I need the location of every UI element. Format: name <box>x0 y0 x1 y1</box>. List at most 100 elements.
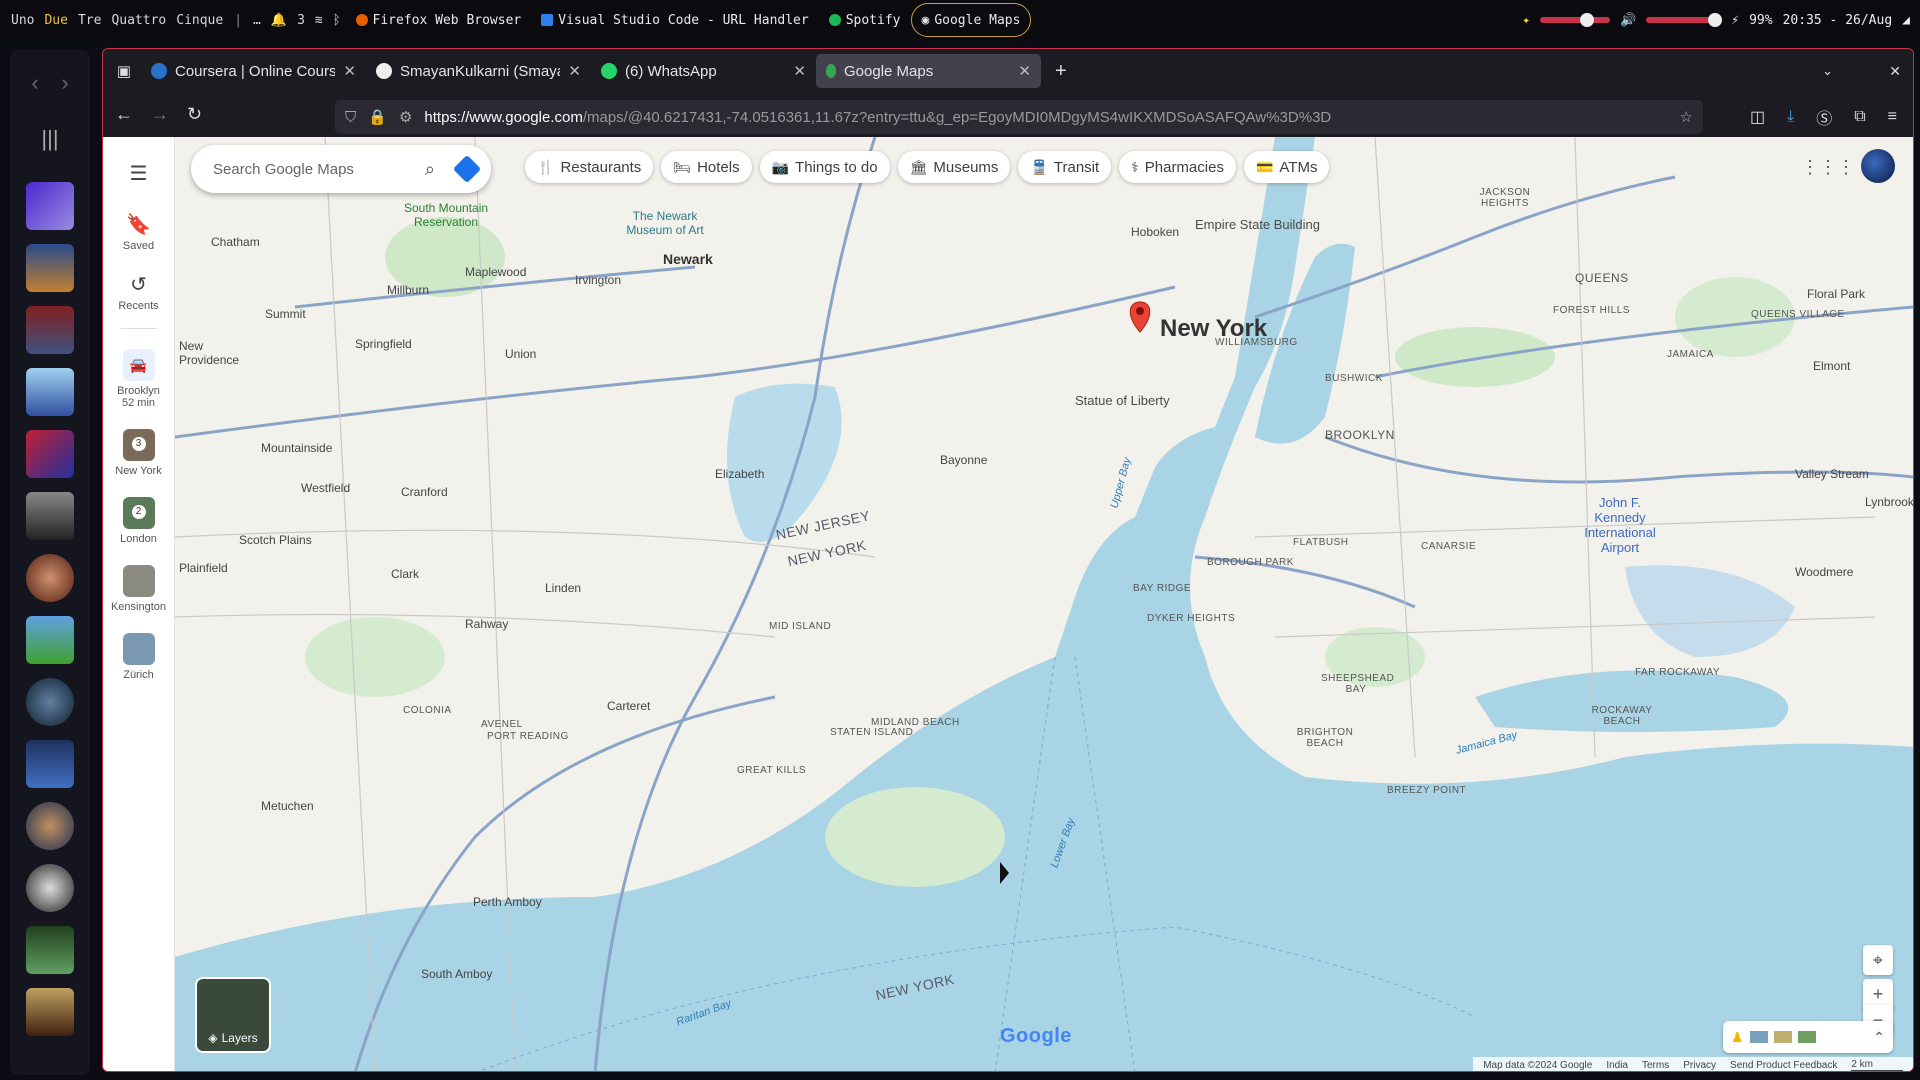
bookmark-star-icon[interactable]: ☆ <box>1680 108 1693 126</box>
search-icon[interactable]: ⌕ <box>425 159 435 180</box>
place-south-amboy[interactable]: South Amboy <box>421 967 492 981</box>
terms-link[interactable]: Terms <box>1642 1060 1669 1071</box>
place-queens[interactable]: QUEENS <box>1575 271 1629 285</box>
place-westfield[interactable]: Westfield <box>301 481 350 495</box>
place-mid-island[interactable]: MID ISLAND <box>769 621 831 632</box>
place-brooklyn[interactable]: BROOKLYN <box>1325 428 1395 442</box>
recent-place-zurich[interactable]: Zürich <box>103 633 174 681</box>
taskbar-spotify[interactable]: Spotify <box>819 13 911 28</box>
recent-place-brooklyn[interactable]: 🚘 Brooklyn 52 min <box>103 349 174 409</box>
place-south-mountain[interactable]: South Mountain Reservation <box>401 201 491 229</box>
tab-google-maps[interactable]: Google Maps ✕ <box>816 54 1041 88</box>
account-icon[interactable]: Ⓢ <box>1816 105 1832 129</box>
privacy-link[interactable]: Privacy <box>1683 1060 1716 1071</box>
bluetooth-icon[interactable]: ᛒ <box>328 13 346 28</box>
workspace-2[interactable]: Due <box>39 13 72 28</box>
place-carteret[interactable]: Carteret <box>607 699 650 713</box>
place-irvington[interactable]: Irvington <box>575 273 621 287</box>
place-rockaway-beach[interactable]: ROCKAWAY BEACH <box>1587 705 1657 727</box>
playlist-thumb[interactable] <box>26 244 74 292</box>
place-port-reading[interactable]: PORT READING <box>487 731 569 742</box>
tab-github[interactable]: SmayanKulkarni (Smayan ✕ <box>366 54 591 88</box>
pocket-icon[interactable]: ◫ <box>1750 107 1765 127</box>
volume-slider[interactable] <box>1646 13 1723 27</box>
overflow-ellipsis[interactable]: … <box>248 13 266 28</box>
liked-songs-thumb[interactable] <box>26 182 74 230</box>
place-perth-amboy[interactable]: Perth Amboy <box>473 895 542 909</box>
region-link[interactable]: India <box>1606 1060 1628 1071</box>
recent-place-kensington[interactable]: Kensington <box>103 565 174 613</box>
close-icon[interactable]: ✕ <box>1018 62 1031 80</box>
playlist-thumb[interactable] <box>26 430 74 478</box>
back-icon[interactable]: ← <box>115 104 133 125</box>
artist-thumb[interactable] <box>26 554 74 602</box>
chip-hotels[interactable]: 🛏 Hotels <box>661 151 752 183</box>
place-queens-village[interactable]: QUEENS VILLAGE <box>1751 309 1845 320</box>
workspace-3[interactable]: Tre <box>73 13 106 28</box>
place-union[interactable]: Union <box>505 347 536 361</box>
permissions-icon[interactable]: ⚙ <box>399 108 412 126</box>
place-floral-park[interactable]: Floral Park <box>1807 287 1865 301</box>
place-scotch-plains[interactable]: Scotch Plains <box>239 533 312 547</box>
place-dyker-heights[interactable]: DYKER HEIGHTS <box>1147 613 1235 624</box>
recents-button[interactable]: ↺ Recents <box>103 272 174 312</box>
chip-restaurants[interactable]: 🍴 Restaurants <box>525 151 654 183</box>
place-bayonne[interactable]: Bayonne <box>940 453 987 467</box>
place-brighton-beach[interactable]: BRIGHTON BEACH <box>1295 727 1355 749</box>
recent-place-new-york[interactable]: 3 New York <box>103 429 174 477</box>
workspace-1[interactable]: Uno <box>6 13 39 28</box>
place-springfield[interactable]: Springfield <box>355 337 412 351</box>
place-elizabeth[interactable]: Elizabeth <box>715 467 764 481</box>
imagery-thumb[interactable] <box>1797 1031 1816 1043</box>
place-avenel[interactable]: AVENEL <box>481 719 523 730</box>
shield-icon[interactable]: ⛉ <box>345 109 356 126</box>
workspace-5[interactable]: Cinque <box>171 13 228 28</box>
place-plainfield[interactable]: Plainfield <box>179 561 228 575</box>
menu-button[interactable]: ☰ <box>103 161 174 186</box>
place-williamsburg[interactable]: WILLIAMSBURG <box>1215 337 1298 348</box>
recent-place-london[interactable]: 2 London <box>103 497 174 545</box>
place-lynbrook[interactable]: Lynbrook <box>1865 495 1913 509</box>
playlist-thumb[interactable] <box>26 740 74 788</box>
place-elmont[interactable]: Elmont <box>1813 359 1850 373</box>
tab-coursera[interactable]: Coursera | Online Courses ✕ <box>141 54 366 88</box>
place-statue-of-liberty[interactable]: Statue of Liberty <box>1075 393 1170 408</box>
place-linden[interactable]: Linden <box>545 581 581 595</box>
place-empire-state[interactable]: Empire State Building <box>1195 217 1320 232</box>
playlist-thumb[interactable] <box>26 926 74 974</box>
playlist-thumb[interactable] <box>26 368 74 416</box>
artist-thumb[interactable] <box>26 802 74 850</box>
playlist-thumb[interactable] <box>26 616 74 664</box>
playlist-thumb[interactable] <box>26 492 74 540</box>
imagery-thumb[interactable] <box>1773 1031 1792 1043</box>
place-newark-museum[interactable]: The Newark Museum of Art <box>615 209 715 237</box>
tab-overview-icon[interactable]: ▣ <box>107 62 141 80</box>
url-bar[interactable]: ⛉ 🔒 ⚙ https://www.google.com/maps/@40.62… <box>335 100 1703 134</box>
chip-museums[interactable]: 🏛 Museums <box>897 151 1011 183</box>
imagery-thumb[interactable] <box>1749 1031 1768 1043</box>
place-hoboken[interactable]: Hoboken <box>1131 225 1179 239</box>
place-new-providence[interactable]: New Providence <box>179 339 239 367</box>
place-far-rockaway[interactable]: FAR ROCKAWAY <box>1635 667 1720 678</box>
place-mountainside[interactable]: Mountainside <box>261 441 332 455</box>
artist-thumb[interactable] <box>26 864 74 912</box>
place-jfk[interactable]: John F. Kennedy International Airport <box>1575 495 1665 555</box>
close-window-icon[interactable]: ✕ <box>1889 63 1901 80</box>
map-canvas[interactable]: New York Newark QUEENS BROOKLYN Statue o… <box>175 137 1913 1071</box>
layers-button[interactable]: ◈ Layers <box>195 977 271 1053</box>
feedback-link[interactable]: Send Product Feedback <box>1730 1060 1837 1071</box>
download-icon[interactable]: ⤓ <box>1787 108 1794 126</box>
taskbar-firefox[interactable]: Firefox Web Browser <box>346 13 532 28</box>
forward-icon[interactable]: → <box>151 104 169 125</box>
brightness-slider[interactable] <box>1540 13 1611 27</box>
directions-icon[interactable] <box>452 154 482 184</box>
place-valley-stream[interactable]: Valley Stream <box>1795 467 1869 481</box>
playlist-thumb[interactable] <box>26 306 74 354</box>
chip-transit[interactable]: 🚆 Transit <box>1018 151 1112 183</box>
place-cranford[interactable]: Cranford <box>401 485 448 499</box>
tab-whatsapp[interactable]: (6) WhatsApp ✕ <box>591 54 816 88</box>
place-colonia[interactable]: COLONIA <box>403 705 452 716</box>
place-sheepshead-bay[interactable]: SHEEPSHEAD BAY <box>1321 673 1394 695</box>
place-jamaica[interactable]: JAMAICA <box>1667 349 1714 360</box>
place-summit[interactable]: Summit <box>265 307 306 321</box>
